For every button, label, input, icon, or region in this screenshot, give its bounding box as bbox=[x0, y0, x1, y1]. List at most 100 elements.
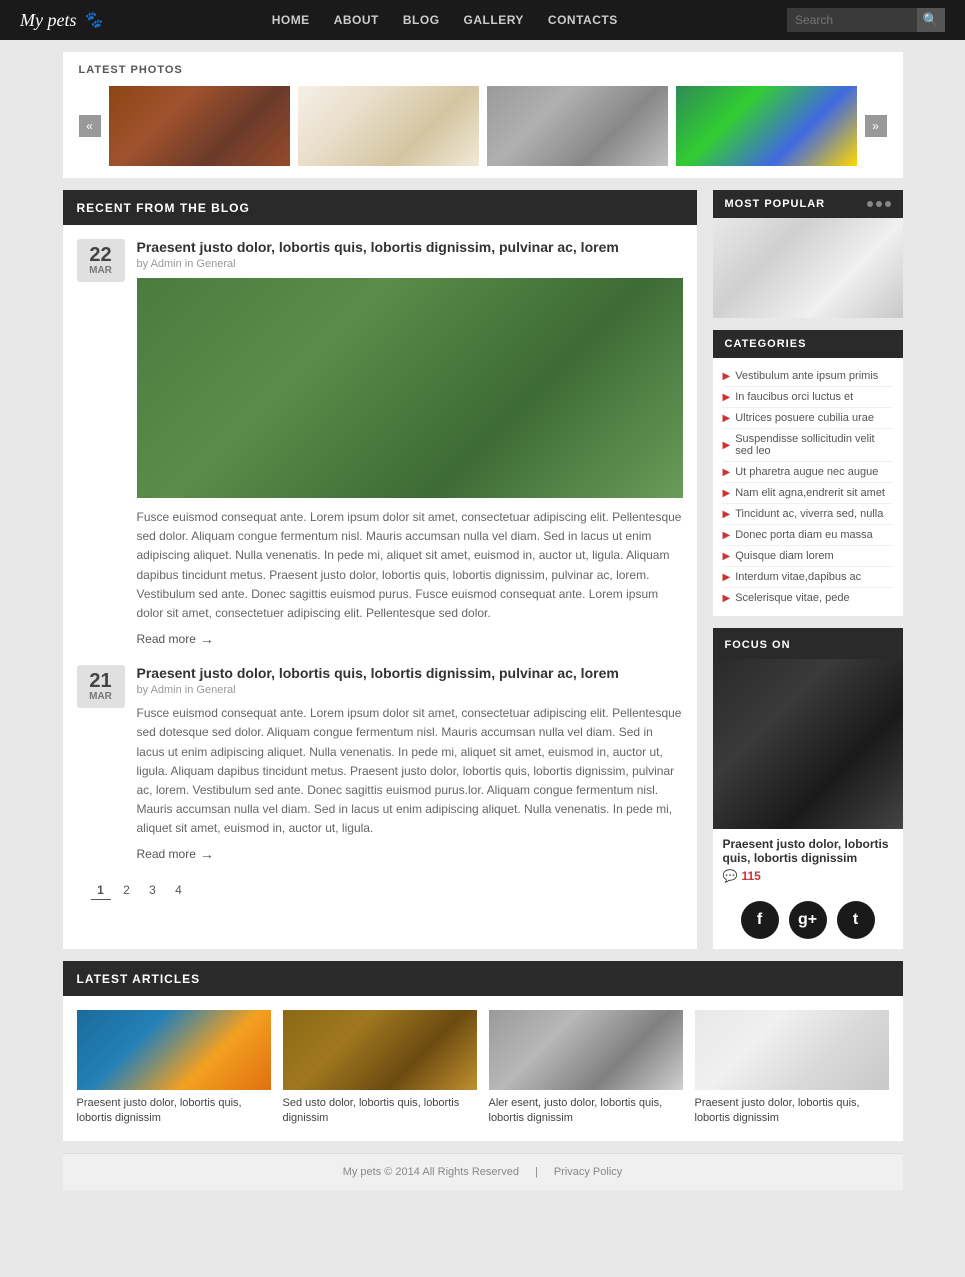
photo-thumb-4[interactable] bbox=[676, 86, 857, 166]
page-2[interactable]: 2 bbox=[117, 880, 137, 900]
social-icons: f g+ t bbox=[713, 891, 903, 949]
category-item-6[interactable]: ▶ Tincidunt ac, viverra sed, nulla bbox=[723, 504, 893, 525]
twitter-icon[interactable]: t bbox=[837, 901, 875, 939]
main-nav: HOME ABOUT BLOG GALLERY CONTACTS bbox=[272, 13, 618, 27]
article-image-1 bbox=[283, 1010, 477, 1090]
cat-label-1: In faucibus orci luctus et bbox=[735, 391, 853, 403]
search-button[interactable]: 🔍 bbox=[917, 8, 945, 32]
page-3[interactable]: 3 bbox=[143, 880, 163, 900]
cat-label-2: Ultrices posuere cubilia urae bbox=[735, 412, 874, 424]
nav-blog[interactable]: BLOG bbox=[403, 13, 440, 27]
photos-carousel: « » bbox=[79, 86, 887, 166]
comment-bubble-icon: 💬 bbox=[723, 869, 738, 883]
cat-arrow-icon: ▶ bbox=[723, 467, 731, 478]
photo-thumb-1[interactable] bbox=[109, 86, 290, 166]
post-title-1: Praesent justo dolor, lobortis quis, lob… bbox=[137, 239, 683, 255]
category-item-7[interactable]: ▶ Donec porta diam eu massa bbox=[723, 525, 893, 546]
cat-label-3: Suspendisse sollicitudin velit sed leo bbox=[735, 433, 892, 457]
blog-section: RECENT FROM THE BLOG 22 MAR Praesent jus… bbox=[63, 190, 697, 949]
photo-thumb-2[interactable] bbox=[298, 86, 479, 166]
post-content-1: Praesent justo dolor, lobortis quis, lob… bbox=[137, 239, 683, 647]
cat-arrow-icon: ▶ bbox=[723, 413, 731, 424]
carousel-next-button[interactable]: » bbox=[865, 115, 887, 137]
cat-arrow-icon: ▶ bbox=[723, 551, 731, 562]
focus-on-header: FOCUS ON bbox=[713, 628, 903, 659]
latest-articles-section: LATEST ARTICLES Praesent justo dolor, lo… bbox=[63, 961, 903, 1141]
cat-arrow-icon: ▶ bbox=[723, 371, 731, 382]
cat-arrow-icon: ▶ bbox=[723, 572, 731, 583]
read-more-1[interactable]: Read more bbox=[137, 631, 683, 647]
latest-photos-label: LATEST PHOTOS bbox=[79, 64, 887, 76]
logo-paw-icon: 🐾 bbox=[82, 10, 102, 30]
category-item-10[interactable]: ▶ Scelerisque vitae, pede bbox=[723, 588, 893, 608]
post-date-2: 21 MAR bbox=[77, 665, 125, 708]
article-image-0 bbox=[77, 1010, 271, 1090]
category-item-3[interactable]: ▶Suspendisse sollicitudin velit sed leo bbox=[723, 429, 893, 462]
blog-posts: 22 MAR Praesent justo dolor, lobortis qu… bbox=[63, 225, 697, 914]
carousel-prev-button[interactable]: « bbox=[79, 115, 101, 137]
category-item-8[interactable]: ▶Quisque diam lorem bbox=[723, 546, 893, 567]
article-card-1[interactable]: Sed usto dolor, lobortis quis, lobortis … bbox=[283, 1010, 477, 1127]
cat-arrow-icon: ▶ bbox=[723, 509, 731, 520]
focus-comments: 💬 115 bbox=[723, 869, 893, 883]
article-card-0[interactable]: Praesent justo dolor, lobortis quis, lob… bbox=[77, 1010, 271, 1127]
most-popular-widget: MOST POPULAR bbox=[713, 190, 903, 318]
category-item-9[interactable]: ▶ Interdum vitae,dapibus ac bbox=[723, 567, 893, 588]
dot-1 bbox=[867, 201, 873, 207]
nav-about[interactable]: ABOUT bbox=[334, 13, 379, 27]
nav-contacts[interactable]: CONTACTS bbox=[548, 13, 618, 27]
main-area: RECENT FROM THE BLOG 22 MAR Praesent jus… bbox=[63, 190, 903, 949]
read-more-2[interactable]: Read more bbox=[137, 846, 683, 862]
footer-privacy-link[interactable]: Privacy Policy bbox=[554, 1166, 622, 1178]
category-item-0[interactable]: ▶Vestibulum ante ipsum primis bbox=[723, 366, 893, 387]
photo-image-1 bbox=[109, 86, 290, 166]
search-input[interactable] bbox=[787, 8, 917, 32]
post-date-1: 22 MAR bbox=[77, 239, 125, 282]
cat-label-4: Ut pharetra augue nec augue bbox=[735, 466, 878, 478]
cat-arrow-icon: ▶ bbox=[723, 488, 731, 499]
article-card-3[interactable]: Praesent justo dolor, lobortis quis, lob… bbox=[695, 1010, 889, 1127]
google-plus-icon[interactable]: g+ bbox=[789, 901, 827, 939]
cat-arrow-icon: ▶ bbox=[723, 530, 731, 541]
articles-header: LATEST ARTICLES bbox=[63, 961, 903, 996]
sidebar: MOST POPULAR CATEGORIES ▶Vestibulum ante… bbox=[713, 190, 903, 949]
articles-grid: Praesent justo dolor, lobortis quis, lob… bbox=[63, 996, 903, 1141]
category-item-4[interactable]: ▶ Ut pharetra augue nec augue bbox=[723, 462, 893, 483]
page-1[interactable]: 1 bbox=[91, 880, 111, 900]
article-title-3: Praesent justo dolor, lobortis quis, lob… bbox=[695, 1096, 889, 1127]
post-day-1: 22 bbox=[81, 245, 121, 265]
cat-label-7: Donec porta diam eu massa bbox=[735, 529, 873, 541]
photo-image-2 bbox=[298, 86, 479, 166]
page-4[interactable]: 4 bbox=[169, 880, 189, 900]
category-item-2[interactable]: ▶ Ultrices posuere cubilia urae bbox=[723, 408, 893, 429]
dot-2 bbox=[876, 201, 882, 207]
header: My pets 🐾 HOME ABOUT BLOG GALLERY CONTAC… bbox=[0, 0, 965, 40]
footer-copyright: My pets © 2014 All Rights Reserved bbox=[343, 1166, 519, 1178]
article-title-2: Aler esent, justo dolor, lobortis quis, … bbox=[489, 1096, 683, 1127]
article-card-2[interactable]: Aler esent, justo dolor, lobortis quis, … bbox=[489, 1010, 683, 1127]
cat-label-5: Nam elit agna,endrerit sit amet bbox=[735, 487, 885, 499]
cat-label-10: Scelerisque vitae, pede bbox=[735, 592, 849, 604]
post-month-2: MAR bbox=[81, 691, 121, 702]
dot-3 bbox=[885, 201, 891, 207]
facebook-icon[interactable]: f bbox=[741, 901, 779, 939]
focus-text: Praesent justo dolor, lobortis quis, lob… bbox=[713, 829, 903, 891]
category-item-1[interactable]: ▶In faucibus orci luctus et bbox=[723, 387, 893, 408]
logo: My pets 🐾 bbox=[20, 10, 102, 31]
search-box: 🔍 bbox=[787, 8, 945, 32]
nav-home[interactable]: HOME bbox=[272, 13, 310, 27]
category-item-5[interactable]: ▶ Nam elit agna,endrerit sit amet bbox=[723, 483, 893, 504]
cat-label-6: Tincidunt ac, viverra sed, nulla bbox=[735, 508, 883, 520]
post-text-2: Fusce euismod consequat ante. Lorem ipsu… bbox=[137, 704, 683, 838]
post-text-1: Fusce euismod consequat ante. Lorem ipsu… bbox=[137, 508, 683, 623]
widget-dots bbox=[867, 201, 891, 207]
pagination: 1 2 3 4 bbox=[77, 880, 683, 900]
cat-arrow-icon: ▶ bbox=[723, 593, 731, 604]
post-day-2: 21 bbox=[81, 671, 121, 691]
photo-thumb-3[interactable] bbox=[487, 86, 668, 166]
cat-label-9: Interdum vitae,dapibus ac bbox=[735, 571, 861, 583]
nav-gallery[interactable]: GALLERY bbox=[464, 13, 524, 27]
focus-on-label: FOCUS ON bbox=[725, 639, 791, 651]
post-item-2: 21 MAR Praesent justo dolor, lobortis qu… bbox=[77, 665, 683, 862]
post-content-2: Praesent justo dolor, lobortis quis, lob… bbox=[137, 665, 683, 862]
